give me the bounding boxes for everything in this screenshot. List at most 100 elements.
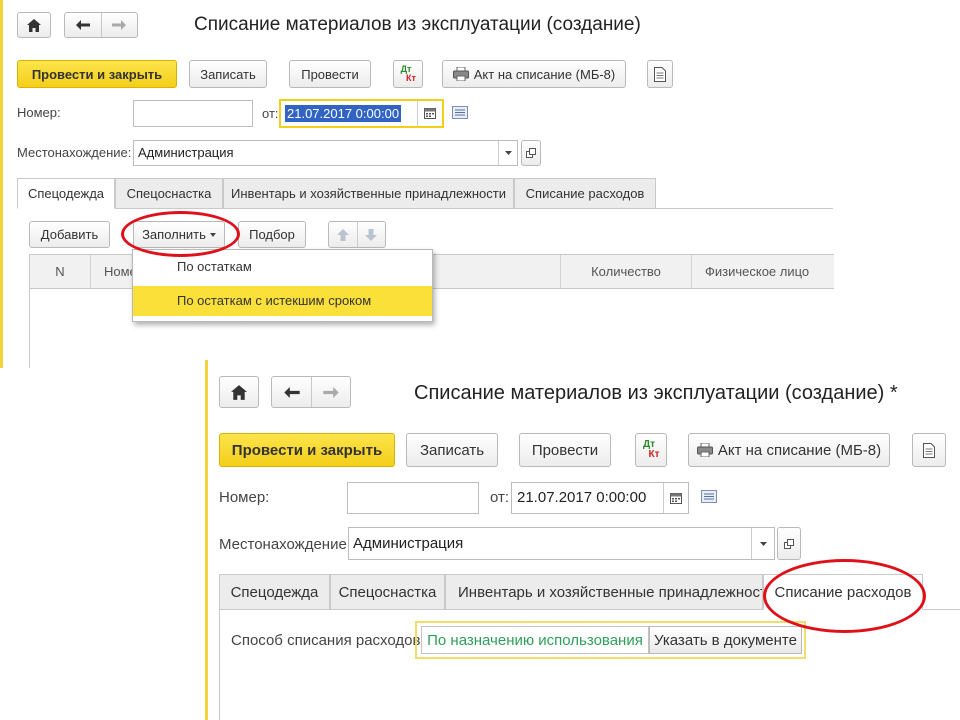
location-input[interactable]: Администрация xyxy=(348,527,775,560)
nav-history-buttons xyxy=(271,376,351,408)
date-from-label: от: xyxy=(262,106,279,121)
tab-inventory[interactable]: Инвентарь и хозяйственные принадлежности xyxy=(445,574,763,610)
report-button[interactable] xyxy=(912,433,946,467)
post-and-close-button[interactable]: Провести и закрыть xyxy=(219,433,395,467)
column-header-quantity[interactable]: Количество xyxy=(560,255,692,288)
date-from-label: от: xyxy=(490,489,510,506)
date-value-selected: 21.07.2017 0:00:00 xyxy=(285,105,402,122)
move-down-button[interactable] xyxy=(358,222,385,247)
move-buttons xyxy=(328,221,386,248)
dt-kt-button[interactable]: Дт Кт xyxy=(393,60,423,88)
arrow-left-icon xyxy=(75,20,90,30)
home-button[interactable] xyxy=(219,376,259,408)
kt-icon-label: Кт xyxy=(406,73,416,83)
page-title: Списание материалов из эксплуатации (соз… xyxy=(194,14,641,35)
write-off-act-button[interactable]: Акт на списание (МБ-8) xyxy=(442,60,626,88)
number-input[interactable] xyxy=(347,482,479,514)
save-button[interactable]: Записать xyxy=(406,433,498,467)
menu-item-by-balance-expired[interactable]: По остаткам с истекшим сроком xyxy=(133,286,432,316)
post-and-close-button[interactable]: Провести и закрыть xyxy=(17,60,177,88)
nav-history-buttons xyxy=(64,12,138,38)
fill-button[interactable]: Заполнить xyxy=(133,221,225,248)
tab-expense-write-off[interactable]: Списание расходов xyxy=(514,178,656,209)
location-value: Администрация xyxy=(353,535,464,552)
calendar-icon xyxy=(424,108,436,119)
menu-item-by-balance[interactable]: По остаткам xyxy=(133,252,432,282)
location-label: Местонахождение: xyxy=(219,536,351,553)
date-value: 21.07.2017 0:00:00 xyxy=(517,489,647,506)
post-button[interactable]: Провести xyxy=(519,433,611,467)
document-icon xyxy=(923,442,935,458)
tab-special-equipment[interactable]: Спецоснастка xyxy=(330,574,445,610)
arrow-up-icon xyxy=(336,228,349,241)
fill-button-label: Заполнить xyxy=(142,227,206,242)
home-icon xyxy=(231,384,247,400)
write-off-act-label: Акт на списание (МБ-8) xyxy=(473,66,616,82)
dt-kt-button[interactable]: Дт Кт xyxy=(635,433,667,467)
tab-special-equipment[interactable]: Спецоснастка xyxy=(115,178,223,209)
forward-button[interactable] xyxy=(312,377,350,407)
save-button[interactable]: Записать xyxy=(189,60,267,88)
top-form-window: Списание материалов из эксплуатации (соз… xyxy=(0,0,960,368)
calendar-button[interactable] xyxy=(663,483,688,513)
home-button[interactable] xyxy=(17,12,51,38)
location-open-button[interactable] xyxy=(777,527,801,560)
window-left-border xyxy=(0,0,3,368)
list-icon[interactable] xyxy=(701,490,717,503)
printer-icon xyxy=(696,443,713,457)
write-off-act-label: Акт на списание (МБ-8) xyxy=(717,441,882,459)
column-header-person[interactable]: Физическое лицо xyxy=(705,264,809,279)
number-input[interactable] xyxy=(133,100,253,127)
post-button[interactable]: Провести xyxy=(289,60,371,88)
location-dropdown-button[interactable] xyxy=(751,528,774,559)
location-open-button[interactable] xyxy=(521,140,541,166)
home-icon xyxy=(27,18,41,32)
option-specify-in-document[interactable]: Указать в документе xyxy=(649,626,802,654)
forward-button[interactable] xyxy=(102,13,137,37)
chevron-down-icon xyxy=(759,541,767,546)
report-button[interactable] xyxy=(647,60,673,88)
window-left-border xyxy=(205,360,208,720)
chevron-down-icon xyxy=(209,232,216,237)
location-input[interactable]: Администрация xyxy=(133,140,518,166)
number-label: Номер: xyxy=(17,105,61,120)
location-value: Администрация xyxy=(138,145,234,160)
write-off-act-button[interactable]: Акт на списание (МБ-8) xyxy=(688,433,890,467)
back-button[interactable] xyxy=(65,13,102,37)
location-dropdown-button[interactable] xyxy=(498,141,517,165)
date-input[interactable]: 21.07.2017 0:00:00 xyxy=(511,482,689,514)
write-off-method-switch: По назначению использования Указать в до… xyxy=(415,621,806,659)
pick-button[interactable]: Подбор xyxy=(238,221,306,248)
open-window-icon xyxy=(784,538,794,549)
open-window-icon xyxy=(526,148,536,158)
chevron-down-icon xyxy=(504,151,512,155)
fill-dropdown-menu: По остаткам По остаткам с истекшим сроко… xyxy=(132,249,433,322)
calendar-icon xyxy=(670,492,682,504)
arrow-right-icon xyxy=(323,386,339,398)
tab-workwear[interactable]: Спецодежда xyxy=(17,178,115,209)
tab-expense-write-off[interactable]: Списание расходов xyxy=(763,574,923,610)
calendar-button[interactable] xyxy=(417,101,442,126)
move-up-button[interactable] xyxy=(329,222,358,247)
write-off-method-label: Способ списания расходов: xyxy=(231,632,425,649)
arrow-right-icon xyxy=(112,20,127,30)
arrow-left-icon xyxy=(284,386,300,398)
list-icon[interactable] xyxy=(452,106,468,119)
tab-content-border xyxy=(219,610,220,720)
tab-strip-line xyxy=(923,609,960,610)
bottom-form-window: Списание материалов из эксплуатации (соз… xyxy=(205,360,960,720)
back-button[interactable] xyxy=(272,377,313,407)
tab-strip-line xyxy=(656,208,833,209)
tab-inventory[interactable]: Инвентарь и хозяйственные принадлежности xyxy=(223,178,514,209)
tab-workwear[interactable]: Спецодежда xyxy=(219,574,330,610)
option-by-purpose[interactable]: По назначению использования xyxy=(421,626,649,654)
kt-icon-label: Кт xyxy=(648,449,660,460)
column-header-n[interactable]: N xyxy=(30,255,91,288)
number-label: Номер: xyxy=(219,489,270,506)
arrow-down-icon xyxy=(365,228,378,241)
add-button[interactable]: Добавить xyxy=(29,221,110,248)
location-label: Местонахождение: xyxy=(17,145,132,160)
date-input[interactable]: 21.07.2017 0:00:00 xyxy=(279,99,444,128)
printer-icon xyxy=(452,67,469,81)
document-icon xyxy=(654,66,666,82)
